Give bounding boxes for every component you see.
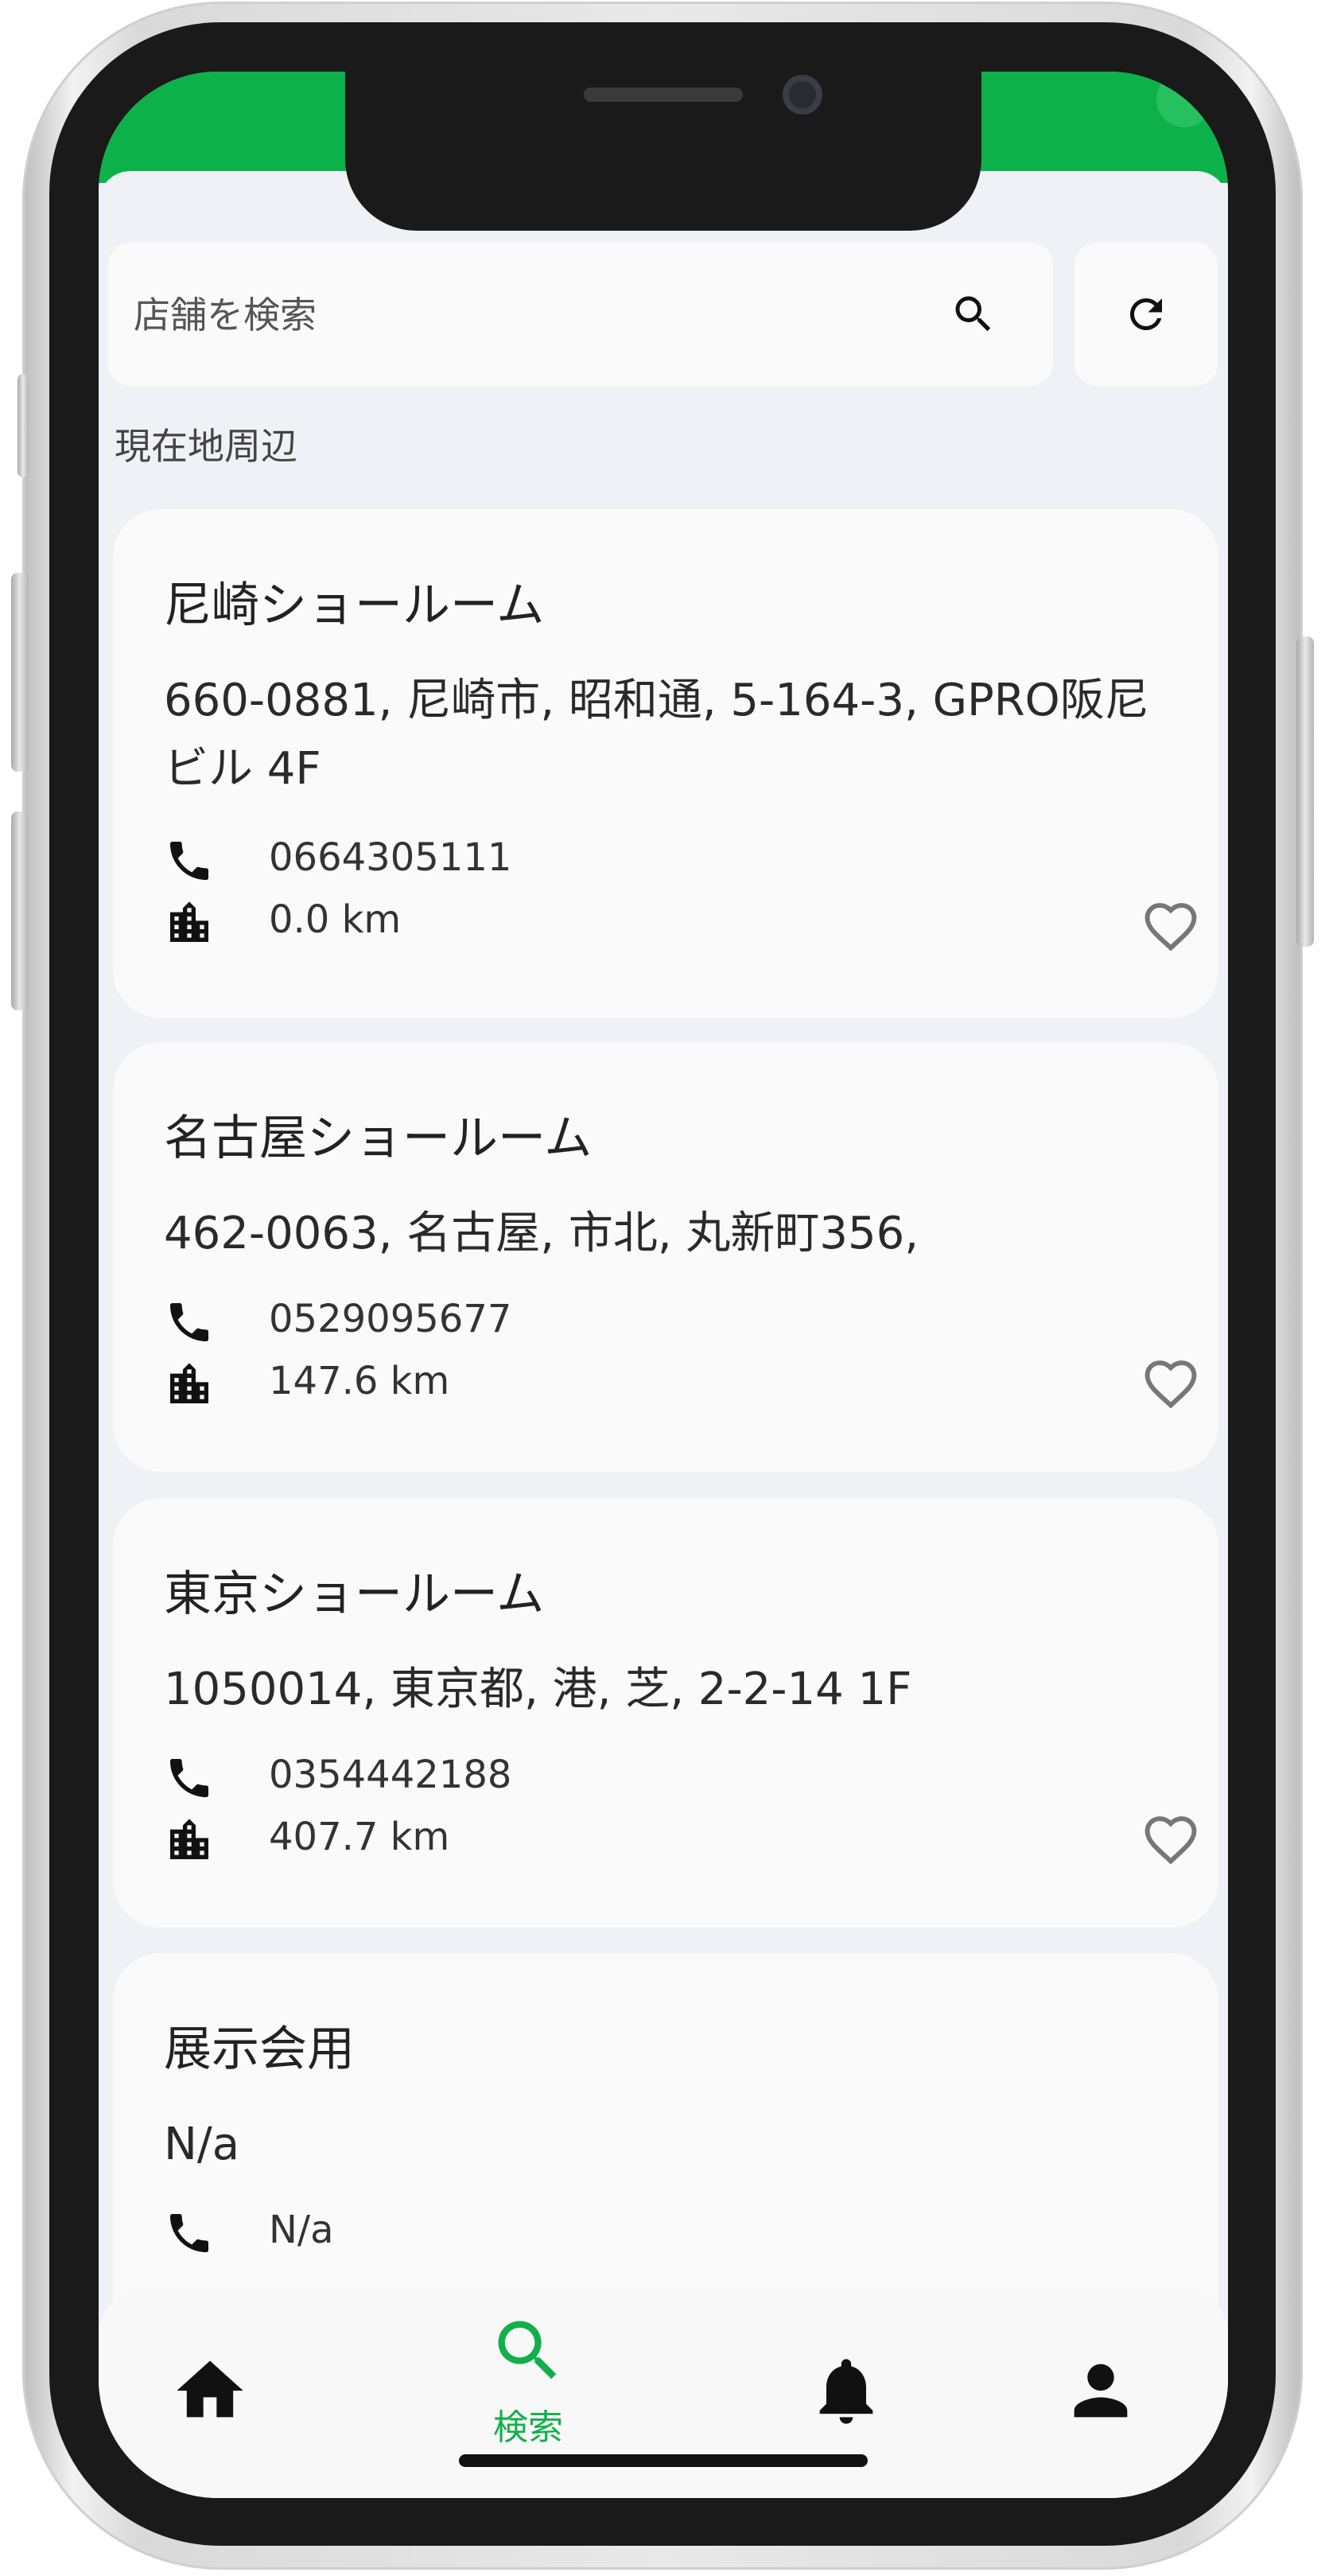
refresh-button[interactable] xyxy=(1074,243,1218,386)
store-distance: 147.6 km xyxy=(269,1359,450,1403)
store-search-page: 現在地周辺 尼崎ショールーム 660-0881, 尼崎市, 昭和通, 5-164… xyxy=(99,171,1228,2498)
store-card[interactable]: 尼崎ショールーム 660-0881, 尼崎市, 昭和通, 5-164-3, GP… xyxy=(113,509,1218,1018)
phone-icon xyxy=(170,1759,208,1797)
search-icon[interactable] xyxy=(950,290,997,338)
phone-icon xyxy=(170,1303,208,1341)
volume-up-button xyxy=(11,573,29,772)
store-phone[interactable]: N/a xyxy=(269,2208,334,2252)
store-address: 660-0881, 尼崎市, 昭和通, 5-164-3, GPRO阪尼ビル 4F xyxy=(164,675,1149,795)
bell-icon xyxy=(819,2359,873,2424)
store-name: 東京ショールーム xyxy=(164,1566,545,1622)
store-name: 尼崎ショールーム xyxy=(164,578,545,633)
nav-profile[interactable] xyxy=(1021,2335,1180,2494)
building-icon xyxy=(170,1819,208,1859)
refresh-icon xyxy=(1129,298,1162,330)
building-icon xyxy=(170,901,208,942)
power-button xyxy=(1296,636,1314,947)
nav-search[interactable]: 検索 xyxy=(449,2311,608,2470)
home-icon xyxy=(177,2360,243,2418)
store-address: 462-0063, 名古屋, 市北, 丸新町356, xyxy=(164,1208,919,1259)
store-address: N/a xyxy=(164,2119,240,2170)
nav-notifications[interactable] xyxy=(767,2335,926,2494)
store-phone[interactable]: 0354442188 xyxy=(269,1753,511,1797)
phone-icon xyxy=(170,842,208,880)
screen: 現在地周辺 尼崎ショールーム 660-0881, 尼崎市, 昭和通, 5-164… xyxy=(99,72,1228,2498)
heart-outline-icon[interactable] xyxy=(1139,1352,1203,1410)
search-input[interactable] xyxy=(132,243,851,387)
store-phone[interactable]: 0529095677 xyxy=(269,1297,511,1341)
person-icon xyxy=(1074,2364,1128,2418)
front-camera xyxy=(783,75,822,115)
mute-switch xyxy=(17,374,29,477)
heart-outline-icon[interactable] xyxy=(1139,1808,1203,1866)
volume-down-button xyxy=(11,811,29,1010)
store-distance: 0.0 km xyxy=(269,897,402,942)
nav-home[interactable] xyxy=(130,2335,290,2494)
status-indicator xyxy=(1156,72,1212,127)
store-name: 展示会用 xyxy=(164,2021,355,2077)
notch xyxy=(345,72,981,231)
nav-search-label: 検索 xyxy=(493,2407,563,2448)
store-card[interactable]: 名古屋ショールーム 462-0063, 名古屋, 市北, 丸新町356, 052… xyxy=(113,1042,1218,1472)
store-card[interactable]: 東京ショールーム 1050014, 東京都, 港, 芝, 2-2-14 1F 0… xyxy=(113,1498,1218,1928)
store-name: 名古屋ショールーム xyxy=(164,1111,593,1166)
building-icon xyxy=(170,1363,208,1403)
speaker-grille xyxy=(584,88,743,102)
store-distance: 407.7 km xyxy=(269,1815,450,1859)
search-icon xyxy=(498,2321,557,2379)
section-title: 現在地周辺 xyxy=(115,425,297,468)
search-box[interactable] xyxy=(108,243,1053,387)
store-phone[interactable]: 0664305111 xyxy=(269,835,511,880)
home-indicator[interactable] xyxy=(459,2454,868,2467)
heart-outline-icon[interactable] xyxy=(1139,895,1203,952)
phone-icon xyxy=(170,2214,208,2252)
store-address: 1050014, 東京都, 港, 芝, 2-2-14 1F xyxy=(164,1664,912,1715)
